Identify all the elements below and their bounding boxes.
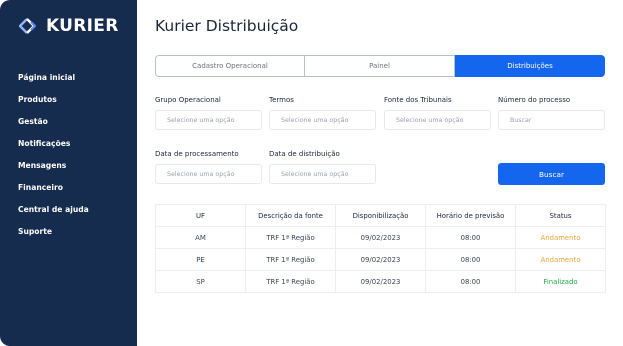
- sidebar-item-gestao[interactable]: Gestão: [18, 116, 89, 138]
- cell-descricao: TRF 1ª Região: [245, 226, 336, 249]
- table-header-row: UF Descrição da fonte Disponibilização H…: [155, 204, 606, 227]
- sidebar-item-mensagens[interactable]: Mensagens: [18, 160, 89, 182]
- page-title: Kurier Distribuição: [155, 17, 299, 35]
- cell-descricao: TRF 1ª Região: [245, 248, 336, 271]
- numero-processo-input[interactable]: Buscar: [498, 110, 605, 130]
- column-header-status: Status: [515, 204, 606, 227]
- status-badge: Andamento: [515, 226, 606, 249]
- cell-descricao: TRF 1ª Região: [245, 270, 336, 293]
- cell-horario: 08:00: [425, 226, 516, 249]
- table-row[interactable]: SP TRF 1ª Região 09/02/2023 08:00 Finali…: [155, 270, 606, 293]
- grupo-operacional-label: Grupo Operacional: [155, 96, 221, 104]
- sidebar-item-central-de-ajuda[interactable]: Central de ajuda: [18, 204, 89, 226]
- tab-painel[interactable]: Painel: [305, 55, 455, 77]
- tab-bar: Cadastro Operacional Painel Distribuiçõe…: [155, 55, 605, 77]
- tab-distribuicoes[interactable]: Distribuições: [455, 55, 605, 77]
- data-processamento-label: Data de processamento: [155, 150, 239, 158]
- search-button[interactable]: Buscar: [498, 163, 605, 185]
- fonte-tribunais-label: Fonte dos Tribunais: [384, 96, 452, 104]
- column-header-disponibilizacao: Disponibilização: [335, 204, 426, 227]
- grupo-operacional-select[interactable]: Selecione uma opção: [155, 110, 262, 130]
- table-row[interactable]: AM TRF 1ª Região 09/02/2023 08:00 Andame…: [155, 226, 606, 249]
- kurier-logo-icon: [18, 18, 37, 34]
- cell-uf: PE: [155, 248, 246, 271]
- cell-disponibilizacao: 09/02/2023: [335, 270, 426, 293]
- logo[interactable]: KURIER: [18, 16, 119, 36]
- sidebar-item-notificacoes[interactable]: Notificações: [18, 138, 89, 160]
- app-window: KURIER Página inicial Produtos Gestão No…: [0, 0, 623, 346]
- termos-select[interactable]: Selecione uma opção: [269, 110, 376, 130]
- distributions-table: UF Descrição da fonte Disponibilização H…: [155, 204, 606, 293]
- column-header-horario: Horário de previsão: [425, 204, 516, 227]
- termos-label: Termos: [269, 96, 294, 104]
- cell-uf: AM: [155, 226, 246, 249]
- column-header-descricao: Descrição da fonte: [245, 204, 336, 227]
- sidebar-item-financeiro[interactable]: Financeiro: [18, 182, 89, 204]
- column-header-uf: UF: [155, 204, 246, 227]
- status-badge: Finalizado: [515, 270, 606, 293]
- cell-disponibilizacao: 09/02/2023: [335, 248, 426, 271]
- data-processamento-select[interactable]: Selecione uma opção: [155, 164, 262, 184]
- status-badge: Andamento: [515, 248, 606, 271]
- logo-text: KURIER: [46, 16, 119, 36]
- fonte-tribunais-select[interactable]: Selecione uma opção: [384, 110, 491, 130]
- sidebar-item-produtos[interactable]: Produtos: [18, 94, 89, 116]
- data-distribuicao-label: Data de distribuição: [269, 150, 340, 158]
- numero-processo-label: Número do processo: [498, 96, 571, 104]
- cell-horario: 08:00: [425, 270, 516, 293]
- data-distribuicao-select[interactable]: Selecione uma opção: [269, 164, 376, 184]
- tab-cadastro-operacional[interactable]: Cadastro Operacional: [155, 55, 305, 77]
- sidebar-item-pagina-inicial[interactable]: Página inicial: [18, 72, 89, 94]
- cell-horario: 08:00: [425, 248, 516, 271]
- sidebar: KURIER Página inicial Produtos Gestão No…: [0, 0, 137, 346]
- sidebar-item-suporte[interactable]: Suporte: [18, 226, 89, 248]
- table-row[interactable]: PE TRF 1ª Região 09/02/2023 08:00 Andame…: [155, 248, 606, 271]
- main-content: Kurier Distribuição Cadastro Operacional…: [137, 0, 623, 346]
- cell-disponibilizacao: 09/02/2023: [335, 226, 426, 249]
- sidebar-nav: Página inicial Produtos Gestão Notificaç…: [18, 72, 89, 248]
- cell-uf: SP: [155, 270, 246, 293]
